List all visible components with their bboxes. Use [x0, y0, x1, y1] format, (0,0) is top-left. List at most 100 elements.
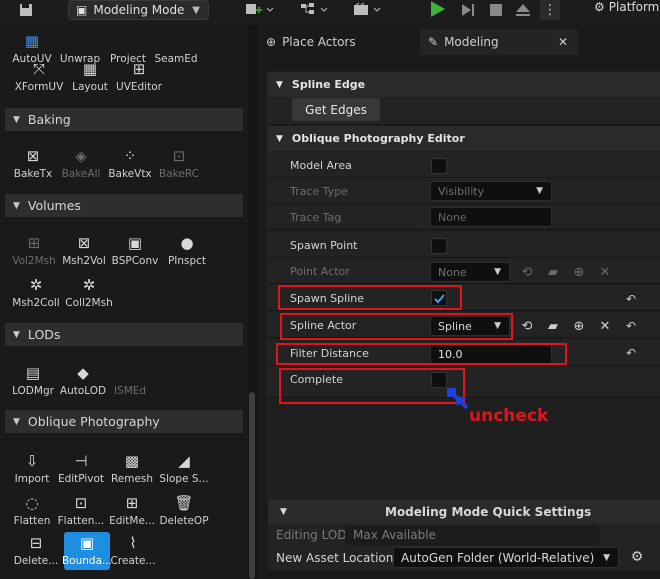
property-label: New Asset Location — [276, 551, 394, 565]
collapse-triangle-icon: ▼ — [13, 114, 20, 125]
clear-icon[interactable]: ✕ — [596, 263, 614, 281]
trace-tag-field[interactable]: None — [430, 207, 552, 227]
lodmgr-icon: ▤ — [25, 364, 41, 382]
tool-editmesh[interactable]: ⊞ EditMe... — [106, 492, 158, 527]
category-lods[interactable]: ▼ LODs — [5, 323, 243, 346]
project-icon — [117, 30, 139, 52]
play-icon[interactable] — [427, 0, 447, 18]
msh2coll-icon: ✲ — [29, 276, 43, 294]
section-spline-edge[interactable]: ▼ Spline Edge — [268, 72, 660, 97]
tool-editpivot[interactable]: ⊣ EditPivot — [56, 450, 106, 485]
mode-selector[interactable]: ▣ Modeling Mode ▼ — [68, 0, 209, 20]
eject-icon[interactable] — [512, 0, 534, 20]
category-oblique-photography[interactable]: ▼ Oblique Photography — [5, 410, 243, 433]
quick-settings-header[interactable]: ▼ Modeling Mode Quick Settings — [268, 500, 660, 524]
tool-ismed[interactable]: ISMEd — [108, 362, 152, 397]
property-label: Trace Type — [290, 184, 348, 198]
browse-folder-icon[interactable]: ▰ — [544, 317, 562, 335]
tab-place-actors[interactable]: ⊕ Place Actors — [258, 29, 418, 55]
highlight-filter-distance — [276, 343, 567, 365]
tool-bspconv[interactable]: ▣ BSPConv — [108, 232, 162, 267]
use-selected-icon[interactable]: ⟲ — [518, 263, 536, 281]
clear-icon[interactable]: ✕ — [596, 317, 614, 335]
tool-create[interactable]: ⌇ Create... — [110, 532, 156, 570]
tool-label: ISMEd — [113, 385, 147, 397]
add-content-icon[interactable] — [242, 0, 278, 20]
save-icon[interactable] — [16, 0, 36, 20]
use-selected-icon[interactable]: ⟲ — [518, 317, 536, 335]
row-spawn-point: Spawn Point — [268, 232, 660, 258]
collapse-triangle-icon: ▼ — [276, 133, 283, 144]
tool-coll2msh[interactable]: ✲ Coll2Msh — [64, 274, 114, 309]
close-icon[interactable]: ✕ — [558, 35, 568, 49]
spawn-point-checkbox[interactable] — [431, 238, 447, 254]
tool-layout[interactable]: ▦ Layout — [70, 58, 110, 93]
platforms-menu[interactable]: ⚙ Platform — [594, 0, 659, 14]
step-icon[interactable] — [458, 0, 478, 20]
flatten-region-icon: ⊡ — [74, 494, 88, 512]
tool-label: PInspct — [167, 255, 207, 267]
tool-label: EditMe... — [109, 515, 155, 527]
trash-icon: 🗑 — [174, 494, 194, 512]
tool-label: XFormUV — [14, 81, 64, 93]
boundary-cube-icon: ▣ — [79, 534, 95, 552]
tool-boundary[interactable]: ▣ Bounda... — [62, 532, 112, 570]
tool-xformuv[interactable]: ⤧ XFormUV — [8, 58, 70, 93]
tool-msh2coll[interactable]: ✲ Msh2Coll — [8, 274, 64, 309]
tab-modeling[interactable]: ✎ Modeling ✕ — [420, 29, 578, 55]
xformuv-icon: ⤧ — [32, 60, 45, 78]
reset-to-default-icon[interactable]: ↶ — [624, 319, 638, 333]
browse-folder-icon[interactable]: ▰ — [544, 263, 562, 281]
blueprint-icon[interactable] — [297, 0, 333, 20]
tab-label: Place Actors — [282, 35, 356, 49]
autouv-icon: ▦ — [24, 32, 40, 50]
tool-autolod[interactable]: ◆ AutoLOD — [58, 362, 108, 397]
tool-bakerc[interactable]: ⊡ BakeRC — [156, 145, 202, 180]
tool-vol2msh[interactable]: ⊞ Vol2Msh — [8, 232, 60, 267]
section-oblique-editor[interactable]: ▼ Oblique Photography Editor — [268, 126, 660, 151]
more-icon[interactable]: ⋮ — [540, 0, 560, 20]
reset-to-default-icon[interactable]: ↶ — [624, 292, 638, 306]
tool-bakeall[interactable]: ◈ BakeAll — [58, 145, 104, 180]
vol2msh-icon: ⊞ — [27, 234, 41, 252]
tool-bakevtx[interactable]: ⁘ BakeVtx — [104, 145, 156, 180]
category-baking[interactable]: ▼ Baking — [5, 108, 243, 131]
tool-deleteop[interactable]: 🗑 DeleteOP — [158, 492, 210, 527]
tool-import[interactable]: ⇩ Import — [8, 450, 56, 485]
model-area-checkbox[interactable] — [431, 158, 447, 174]
gear-icon[interactable]: ⚙ — [628, 548, 646, 566]
uveditor-icon: ⊞ — [132, 60, 146, 78]
editing-lod-dropdown[interactable]: Max Available — [345, 525, 600, 545]
add-icon[interactable]: ⊕ — [570, 263, 588, 281]
reset-to-default-icon[interactable]: ↶ — [624, 346, 638, 360]
new-asset-location-dropdown[interactable]: AutoGen Folder (World-Relative) ▼ — [393, 547, 619, 568]
tool-delete[interactable]: ⊟ Delete... — [8, 532, 64, 570]
tool-label: Import — [14, 473, 50, 485]
tool-msh2vol[interactable]: ⊠ Msh2Vol — [60, 232, 108, 267]
tool-lodmgr[interactable]: ▤ LODMgr — [8, 362, 58, 397]
add-icon[interactable]: ⊕ — [570, 317, 588, 335]
tool-flatten[interactable]: ◌ Flatten — [8, 492, 56, 527]
tool-pinspct[interactable]: ● PInspct — [162, 232, 212, 267]
get-edges-button[interactable]: Get Edges — [292, 98, 380, 121]
section-label: Spline Edge — [291, 78, 366, 91]
collapse-triangle-icon: ▼ — [13, 329, 20, 340]
stop-icon[interactable] — [486, 0, 506, 20]
trace-type-dropdown[interactable]: Visibility ▼ — [430, 181, 552, 201]
section-label: Oblique Photography Editor — [291, 132, 465, 145]
main-toolbar: ▣ Modeling Mode ▼ ⋮ ⚙ Platform — [0, 0, 660, 25]
category-volumes[interactable]: ▼ Volumes — [5, 194, 243, 217]
tool-flatten-2[interactable]: ⊡ Flatten... — [56, 492, 106, 527]
tool-slope[interactable]: ◢ Slope S... — [158, 450, 210, 485]
left-panel-scrollbar[interactable] — [249, 392, 255, 579]
tool-baketx[interactable]: ⊠ BakeTx — [8, 145, 58, 180]
platforms-label: Platform — [608, 0, 660, 14]
cinematics-icon[interactable] — [350, 0, 386, 20]
oblique-tools-row-1: ⇩ Import ⊣ EditPivot ▩ Remesh ◢ Slope S... — [8, 450, 210, 485]
tool-label: UVEditor — [116, 81, 162, 93]
tool-uveditor[interactable]: ⊞ UVEditor — [110, 58, 168, 93]
pinspct-icon: ● — [180, 234, 194, 252]
tool-remesh[interactable]: ▩ Remesh — [106, 450, 158, 485]
point-actor-dropdown[interactable]: None ▼ — [430, 262, 510, 282]
category-label: Baking — [27, 112, 71, 127]
